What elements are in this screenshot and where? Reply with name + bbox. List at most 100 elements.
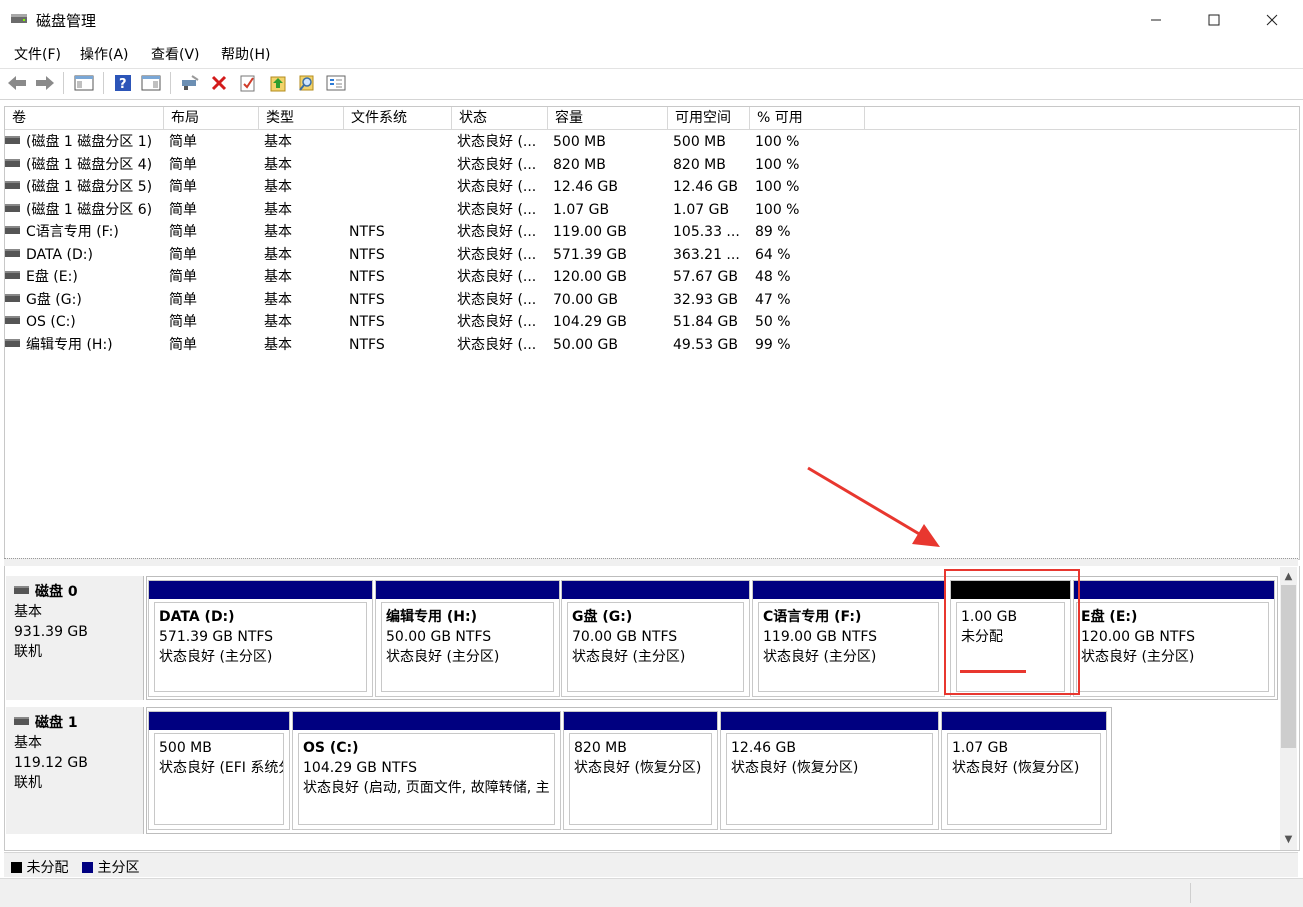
partition-size: 1.07 GB [952, 740, 1009, 756]
close-button[interactable] [1243, 0, 1301, 40]
partition-status: 状态良好 (主分区) [386, 649, 500, 665]
column-header-layout[interactable]: 布局 [164, 107, 259, 130]
column-header-free-space[interactable]: 可用空间 [668, 107, 750, 130]
table-row[interactable]: DATA (D:) 简单 基本 NTFS 状态良好 (... 571.39 GB 363.2… [5, 244, 1295, 266]
search-button[interactable] [296, 72, 318, 94]
partition-block[interactable]: 500 MB 状态良好 (EFI 系统分 [148, 711, 290, 830]
table-cell: 50.00 GB [553, 334, 665, 356]
partition-color-bar [1074, 581, 1274, 599]
legend-unallocated: 未分配 [11, 857, 68, 877]
cell-text: 100 % [755, 134, 800, 150]
properties-button[interactable] [140, 72, 162, 94]
column-header-volume[interactable]: 卷 [5, 107, 164, 130]
table-cell: 简单 [169, 266, 259, 288]
partition-block[interactable]: 820 MB 状态良好 (恢复分区) [563, 711, 718, 830]
table-cell: 状态良好 (... [457, 289, 549, 311]
table-cell: 100 % [755, 199, 855, 221]
partition-block[interactable]: 1.07 GB 状态良好 (恢复分区) [941, 711, 1107, 830]
cell-text: 363.21 ... [673, 246, 740, 263]
partition-block[interactable]: 编辑专用 (H:) 50.00 GB NTFS 状态良好 (主分区) [375, 580, 560, 697]
table-row[interactable]: (磁盘 1 磁盘分区 6) 简单 基本 状态良好 (... 1.07 GB 1.07 GB… [5, 199, 1295, 221]
partition-size: 70.00 GB NTFS [572, 629, 678, 645]
partition-block[interactable]: OS (C:) 104.29 GB NTFS 状态良好 (启动, 页面文件, 故障转… [292, 711, 561, 830]
disk-icon [14, 717, 29, 725]
table-cell: 简单 [169, 244, 259, 266]
partition-color-bar [376, 581, 559, 599]
column-header-filesystem[interactable]: 文件系统 [344, 107, 452, 130]
table-cell: 基本 [264, 131, 344, 153]
disk-1-info[interactable]: 磁盘 1 基本 119.12 GB 联机 [6, 707, 144, 834]
partition-status: 状态良好 (主分区) [572, 649, 686, 665]
table-row[interactable]: 编辑专用 (H:) 简单 基本 NTFS 状态良好 (... 50.00 GB 49.53 … [5, 334, 1295, 356]
table-row[interactable]: E盘 (E:) 简单 基本 NTFS 状态良好 (... 120.00 GB 57.67 G… [5, 266, 1295, 288]
cell-text: 基本 [264, 134, 292, 150]
table-row[interactable]: G盘 (G:) 简单 基本 NTFS 状态良好 (... 70.00 GB 32.93 GB… [5, 289, 1295, 311]
table-row[interactable]: OS (C:) 简单 基本 NTFS 状态良好 (... 104.29 GB 51.84 G… [5, 311, 1295, 333]
table-cell: 571.39 GB [553, 244, 665, 266]
show-hide-console-tree-button[interactable] [73, 72, 95, 94]
cell-text: 50.00 GB [553, 336, 618, 353]
partition-name: OS (C:) [303, 740, 359, 756]
cell-text: 105.33 ... [673, 224, 740, 240]
menu-file[interactable]: 文件(F) [14, 44, 61, 64]
minimize-button[interactable] [1127, 0, 1185, 40]
help-button[interactable]: ? [112, 72, 134, 94]
column-header-percent-free[interactable]: % 可用 [750, 107, 865, 130]
cell-text: 100 % [755, 156, 800, 173]
partition-block[interactable]: G盘 (G:) 70.00 GB NTFS 状态良好 (主分区) [561, 580, 750, 697]
column-header-capacity[interactable]: 容量 [548, 107, 668, 130]
table-cell: 120.00 GB [553, 266, 665, 288]
options-button[interactable] [325, 72, 347, 94]
cell-text: 1.07 GB [553, 201, 610, 218]
back-button[interactable] [6, 72, 28, 94]
scrollbar-thumb[interactable] [1281, 585, 1296, 748]
svg-text:?: ? [119, 77, 127, 92]
menu-help[interactable]: 帮助(H) [221, 44, 270, 64]
partition-block[interactable]: 12.46 GB 状态良好 (恢复分区) [720, 711, 939, 830]
disk-management-app-icon [10, 11, 28, 25]
scroll-down-arrow-icon[interactable]: ▼ [1281, 832, 1296, 847]
partition-status: 状态良好 (恢复分区) [574, 760, 702, 776]
volume-icon [5, 248, 20, 257]
table-cell: 104.29 GB [553, 311, 665, 333]
disk-0-info[interactable]: 磁盘 0 基本 931.39 GB 联机 [6, 576, 144, 700]
volume-icon [5, 158, 20, 167]
legend-bar: 未分配 主分区 [4, 852, 1298, 877]
partition-block[interactable]: DATA (D:) 571.39 GB NTFS 状态良好 (主分区) [148, 580, 373, 697]
cell-text: 47 % [755, 291, 791, 308]
check-button[interactable] [237, 72, 259, 94]
table-cell: 基本 [264, 221, 344, 243]
toolbar-separator [170, 72, 171, 94]
partition-size: 104.29 GB NTFS [303, 760, 418, 776]
menu-view[interactable]: 查看(V) [151, 44, 200, 64]
table-row[interactable]: (磁盘 1 磁盘分区 4) 简单 基本 状态良好 (... 820 MB 820 MB 10… [5, 154, 1295, 176]
volume-icon [5, 338, 20, 347]
table-cell: 100 % [755, 154, 855, 176]
table-row[interactable]: (磁盘 1 磁盘分区 5) 简单 基本 状态良好 (... 12.46 GB 12.46 … [5, 176, 1295, 198]
cell-text: DATA (D:) [26, 246, 93, 263]
delete-button[interactable] [208, 72, 230, 94]
cell-text: 基本 [264, 314, 292, 330]
partition-block[interactable]: C语言专用 (F:) 119.00 GB NTFS 状态良好 (主分区) [752, 580, 945, 697]
partition-block[interactable]: E盘 (E:) 120.00 GB NTFS 状态良好 (主分区) [1073, 580, 1275, 697]
connect-button[interactable] [179, 72, 201, 94]
cell-text: 状态良好 (... [457, 201, 537, 218]
import-button[interactable] [267, 72, 289, 94]
partition-name: 编辑专用 (H:) [386, 609, 477, 625]
table-row[interactable]: C语言专用 (F:) 简单 基本 NTFS 状态良好 (... 119.00 GB 105.… [5, 221, 1295, 243]
partition-size: 50.00 GB NTFS [386, 629, 492, 645]
menu-action[interactable]: 操作(A) [80, 44, 129, 64]
forward-button[interactable] [34, 72, 56, 94]
table-cell: 简单 [169, 221, 259, 243]
table-row[interactable]: (磁盘 1 磁盘分区 1) 简单 基本 状态良好 (... 500 MB 500 MB 10… [5, 131, 1295, 153]
table-cell: 基本 [264, 244, 344, 266]
disk-name: 磁盘 1 [35, 715, 78, 731]
volume-icon [5, 316, 20, 324]
table-cell: 1.07 GB [673, 199, 751, 221]
column-header-type[interactable]: 类型 [259, 107, 344, 130]
table-cell: 99 % [755, 334, 855, 356]
scroll-up-arrow-icon[interactable]: ▲ [1281, 569, 1296, 584]
maximize-button[interactable] [1185, 0, 1243, 40]
column-header-status[interactable]: 状态 [452, 107, 548, 130]
table-cell: 57.67 GB [673, 266, 751, 288]
